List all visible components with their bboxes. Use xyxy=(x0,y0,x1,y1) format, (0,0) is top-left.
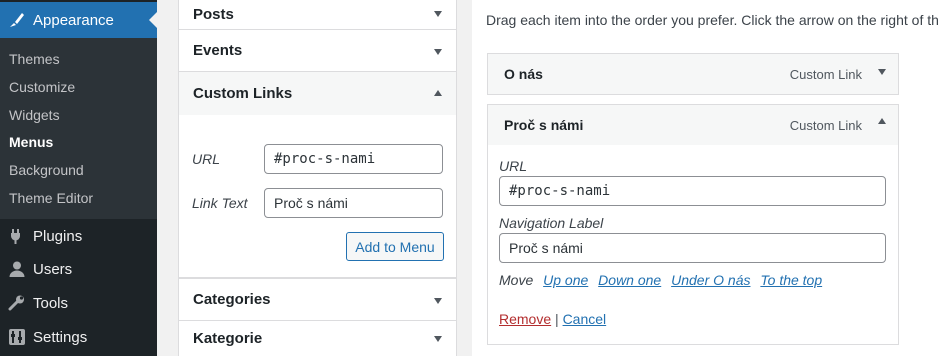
current-indicator xyxy=(149,12,157,28)
navigation-label-label: Navigation Label xyxy=(499,215,604,231)
appearance-submenu: Themes Customize Widgets Menus Backgroun… xyxy=(0,38,157,219)
sidebar-item-label: Settings xyxy=(33,328,88,346)
sidebar-item-tools[interactable]: Tools xyxy=(0,286,157,320)
chevron-down-icon xyxy=(434,335,442,342)
move-to-top-link[interactable]: To the top xyxy=(760,272,822,288)
chevron-down-icon xyxy=(434,48,442,55)
sidebar-item-plugins[interactable]: Plugins xyxy=(0,219,157,253)
menu-instructions: Drag each item into the order you prefer… xyxy=(486,12,938,28)
navigation-label-input[interactable]: Proč s námi xyxy=(499,233,886,263)
wrench-icon xyxy=(7,293,27,313)
user-icon xyxy=(7,259,27,279)
menu-item-proc-s-nami[interactable]: Proč s námi Custom Link xyxy=(487,104,899,146)
accordion-title: Posts xyxy=(193,5,234,23)
sidebar-item-label: Appearance xyxy=(33,11,114,29)
submenu-customize[interactable]: Customize xyxy=(9,79,75,95)
move-up-one-link[interactable]: Up one xyxy=(543,272,588,288)
submenu-menus[interactable]: Menus xyxy=(9,134,53,150)
sidebar-item-settings[interactable]: Settings xyxy=(0,320,157,354)
move-label: Move xyxy=(499,272,534,288)
menu-item-o-nas[interactable]: O nás Custom Link xyxy=(487,53,899,95)
add-to-menu-button[interactable]: Add to Menu xyxy=(346,232,444,261)
move-under-link[interactable]: Under O nás xyxy=(671,272,750,288)
move-row: Move Up one Down one Under O nás To the … xyxy=(499,272,828,288)
menu-item-settings: URL #proc-s-nami Navigation Label Proč s… xyxy=(487,145,899,345)
admin-sidebar: Appearance Themes Customize Widgets Menu… xyxy=(0,0,157,356)
url-label: URL xyxy=(499,158,528,174)
plug-icon xyxy=(7,226,27,246)
chevron-up-icon[interactable] xyxy=(878,118,886,124)
move-down-one-link[interactable]: Down one xyxy=(598,272,661,288)
settings-icon xyxy=(7,327,27,347)
paintbrush-icon xyxy=(7,10,27,30)
menu-item-type: Custom Link xyxy=(789,118,862,133)
chevron-down-icon xyxy=(434,11,442,17)
menu-item-title: O nás xyxy=(504,66,543,82)
chevron-up-icon xyxy=(434,89,442,96)
accordion-categories[interactable]: Categories xyxy=(178,278,457,321)
accordion-events[interactable]: Events xyxy=(178,29,457,72)
accordion-custom-links[interactable]: Custom Links xyxy=(178,71,457,116)
accordion-title: Categories xyxy=(193,291,271,308)
menu-item-title: Proč s námi xyxy=(504,117,584,133)
submenu-theme-editor[interactable]: Theme Editor xyxy=(9,190,93,206)
sidebar-item-users[interactable]: Users xyxy=(0,252,157,286)
submenu-background[interactable]: Background xyxy=(9,162,84,178)
menu-item-type: Custom Link xyxy=(789,67,862,82)
sidebar-item-label: Users xyxy=(33,260,73,278)
sidebar-item-appearance[interactable]: Appearance xyxy=(0,2,157,38)
url-input[interactable]: #proc-s-nami xyxy=(264,144,443,174)
item-actions: Remove | Cancel xyxy=(499,311,606,327)
chevron-down-icon xyxy=(434,297,442,304)
submenu-themes[interactable]: Themes xyxy=(9,51,60,67)
separator: | xyxy=(555,311,559,327)
menu-item-url-input[interactable]: #proc-s-nami xyxy=(499,176,886,206)
link-text-label: Link Text xyxy=(192,195,248,211)
accordion-posts[interactable]: Posts xyxy=(178,0,457,30)
add-menu-items-panel: Posts Events Custom Links URL #proc-s-na… xyxy=(178,0,457,356)
link-text-input[interactable]: Proč s námi xyxy=(264,188,443,218)
menu-structure-panel: Drag each item into the order you prefer… xyxy=(472,0,938,356)
accordion-title: Kategorie xyxy=(193,329,263,347)
custom-links-form: URL #proc-s-nami Link Text Proč s námi A… xyxy=(178,115,457,278)
chevron-down-icon[interactable] xyxy=(878,69,886,75)
accordion-kategorie[interactable]: Kategorie xyxy=(178,320,457,356)
sidebar-item-label: Plugins xyxy=(33,227,83,245)
sidebar-item-label: Tools xyxy=(33,294,69,312)
accordion-title: Events xyxy=(193,42,243,59)
url-label: URL xyxy=(192,151,221,167)
cancel-link[interactable]: Cancel xyxy=(563,311,607,327)
accordion-title: Custom Links xyxy=(193,85,293,102)
submenu-widgets[interactable]: Widgets xyxy=(9,107,60,123)
remove-link[interactable]: Remove xyxy=(499,311,551,327)
